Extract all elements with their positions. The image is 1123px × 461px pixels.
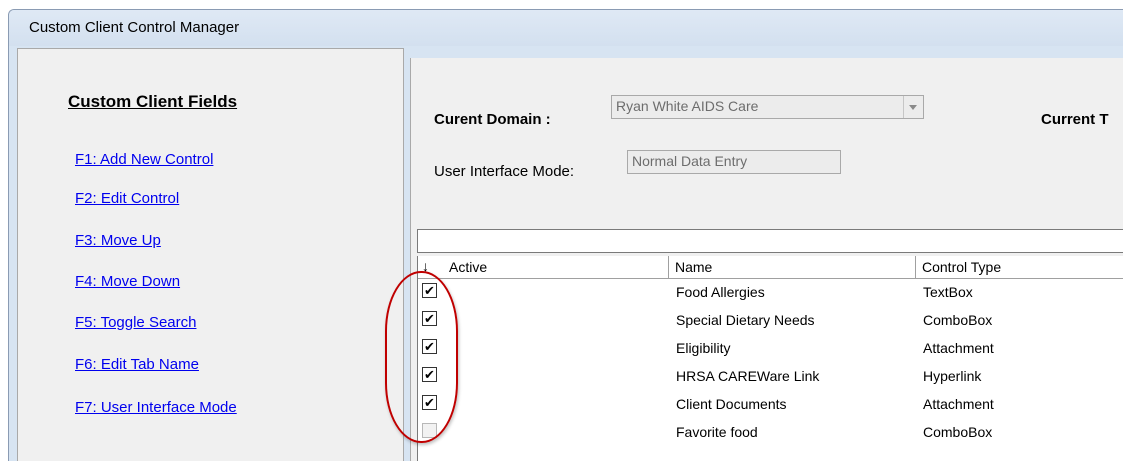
table-row[interactable]: ✔ Eligibility Attachment	[418, 334, 1123, 362]
right-panel: Curent Domain : Ryan White AIDS Care Cur…	[410, 58, 1123, 461]
row-control-type: TextBox	[923, 284, 973, 300]
row-control-type: ComboBox	[923, 312, 993, 328]
ui-mode-field: Normal Data Entry	[627, 150, 841, 174]
domain-select[interactable]: Ryan White AIDS Care	[611, 95, 924, 119]
highlight-annotation	[385, 271, 458, 443]
controls-grid: ↓ Active Name Control Type ✔ Food Allerg…	[417, 256, 1123, 461]
column-header-control-type-label: Control Type	[922, 259, 1002, 275]
toggle-search-link[interactable]: F5: Toggle Search	[75, 314, 196, 331]
table-row[interactable]: ✔ Client Documents Attachment	[418, 390, 1123, 418]
row-name: Special Dietary Needs	[676, 312, 815, 328]
domain-select-value: Ryan White AIDS Care	[616, 98, 759, 114]
row-control-type: Attachment	[923, 396, 994, 412]
ui-mode-value: Normal Data Entry	[632, 153, 748, 169]
left-panel: Custom Client Fields F1: Add New Control…	[17, 48, 404, 461]
custom-client-fields-heading: Custom Client Fields	[68, 92, 238, 111]
ui-mode-label: User Interface Mode:	[434, 163, 575, 180]
row-name: HRSA CAREWare Link	[676, 368, 820, 384]
edit-tab-name-link[interactable]: F6: Edit Tab Name	[75, 356, 199, 373]
table-row[interactable]: ✔ Food Allergies TextBox	[418, 278, 1123, 306]
column-header-active[interactable]: ↓ Active	[418, 256, 669, 278]
table-row[interactable]: ✔ HRSA CAREWare Link Hyperlink	[418, 362, 1123, 390]
current-domain-label: Curent Domain :	[434, 111, 551, 128]
column-header-name[interactable]: Name	[669, 256, 916, 278]
add-new-control-link[interactable]: F1: Add New Control	[75, 151, 213, 168]
row-control-type: Attachment	[923, 340, 994, 356]
move-up-link[interactable]: F3: Move Up	[75, 232, 161, 249]
column-header-active-label: Active	[449, 259, 488, 275]
edit-control-link[interactable]: F2: Edit Control	[75, 190, 179, 207]
chevron-down-icon[interactable]	[903, 96, 923, 118]
column-header-control-type[interactable]: Control Type	[916, 256, 1123, 278]
row-name: Client Documents	[676, 396, 787, 412]
window-title: Custom Client Control Manager	[29, 19, 240, 36]
current-tab-label: Current T	[1041, 111, 1109, 128]
row-control-type: Hyperlink	[923, 368, 982, 384]
column-header-name-label: Name	[675, 259, 713, 275]
user-interface-mode-link[interactable]: F7: User Interface Mode	[75, 399, 237, 416]
row-control-type: ComboBox	[923, 424, 993, 440]
row-name: Eligibility	[676, 340, 731, 356]
move-down-link[interactable]: F4: Move Down	[75, 273, 180, 290]
table-row[interactable]: Favorite food ComboBox	[418, 418, 1123, 446]
row-name: Food Allergies	[676, 284, 765, 300]
grid-search-input[interactable]	[417, 229, 1123, 253]
app-window: Custom Client Control Manager Custom Cli…	[8, 9, 1123, 461]
table-row[interactable]: ✔ Special Dietary Needs ComboBox	[418, 306, 1123, 334]
row-name: Favorite food	[676, 424, 758, 440]
title-bar[interactable]: Custom Client Control Manager	[9, 10, 1123, 46]
grid-header: ↓ Active Name Control Type	[418, 256, 1123, 279]
